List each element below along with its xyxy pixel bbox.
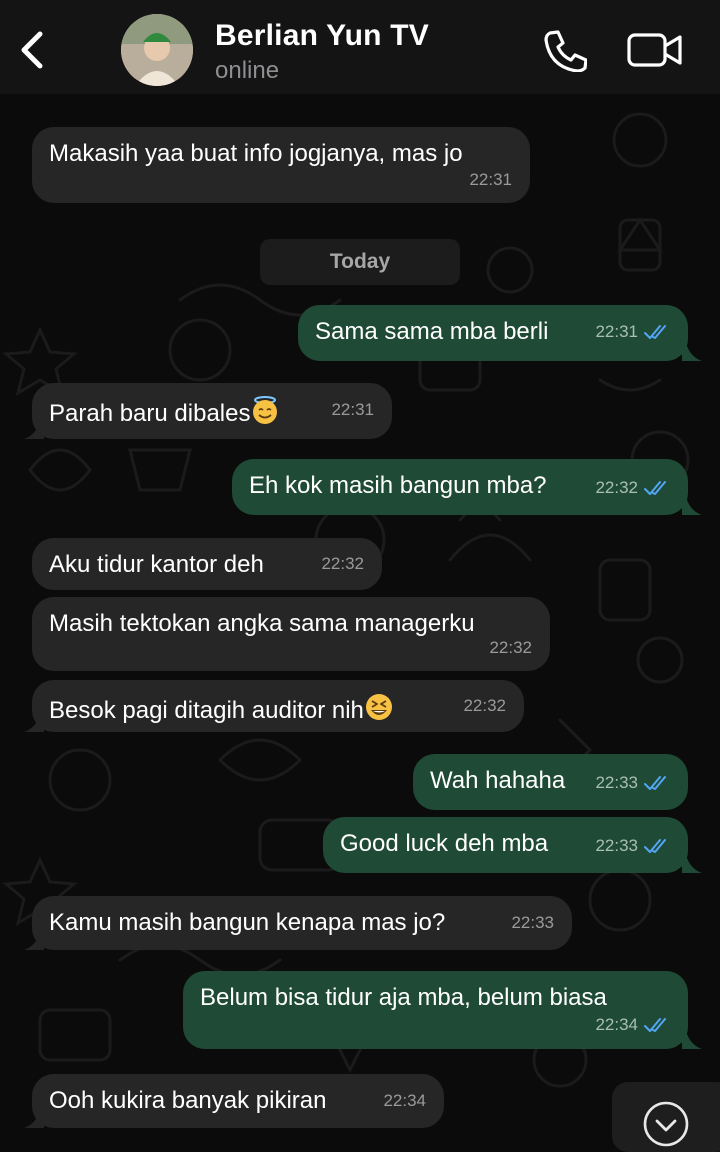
- avatar[interactable]: [121, 14, 193, 86]
- message-text: Aku tidur kantor deh: [49, 551, 264, 578]
- message-text: Parah baru dibales: [49, 400, 251, 427]
- message-text: Makasih yaa buat info jogjanya, mas jo: [49, 140, 463, 167]
- video-camera-icon[interactable]: [627, 32, 683, 68]
- message-outgoing[interactable]: Eh kok masih bangun mba? 22:32: [232, 459, 688, 515]
- message-time: 22:33: [595, 773, 638, 792]
- chevron-down-circle-icon: [643, 1101, 689, 1147]
- message-outgoing[interactable]: Sama sama mba berli 22:31: [298, 305, 688, 361]
- message-time: 22:34: [383, 1091, 426, 1110]
- message-outgoing[interactable]: Belum bisa tidur aja mba, belum biasa 22…: [183, 971, 688, 1049]
- phone-icon[interactable]: [541, 28, 587, 72]
- message-time: 22:31: [331, 400, 374, 419]
- bubble-tail: [24, 421, 44, 439]
- message-text: Good luck deh mba: [340, 830, 549, 857]
- message-incoming[interactable]: Makasih yaa buat info jogjanya, mas jo 2…: [32, 127, 530, 203]
- date-divider: Today: [260, 239, 460, 285]
- contact-status: online: [215, 57, 280, 84]
- message-outgoing[interactable]: Good luck deh mba 22:33: [323, 817, 688, 873]
- message-incoming[interactable]: Kamu masih bangun kenapa mas jo? 22:33: [32, 896, 572, 950]
- message-incoming[interactable]: Masih tektokan angka sama managerku 22:3…: [32, 597, 550, 671]
- bubble-tail: [24, 932, 44, 950]
- message-time: 22:31: [469, 170, 512, 189]
- message-time: 22:32: [489, 638, 532, 657]
- message-time: 22:31: [595, 322, 638, 341]
- double-check-icon: [644, 776, 666, 790]
- message-time: 22:32: [463, 696, 506, 715]
- double-check-icon: [644, 1018, 666, 1032]
- message-time: 22:32: [595, 478, 638, 497]
- chevron-left-icon[interactable]: [14, 28, 50, 72]
- message-text: Kamu masih bangun kenapa mas jo?: [49, 909, 446, 936]
- message-incoming[interactable]: Besok pagi ditagih auditor nih 22:32: [32, 680, 524, 732]
- bubble-tail: [682, 343, 702, 361]
- message-text: Besok pagi ditagih auditor nih: [49, 697, 364, 724]
- message-text: Ooh kukira banyak pikiran: [49, 1087, 327, 1114]
- double-check-icon: [644, 325, 666, 339]
- message-text: Belum bisa tidur aja mba, belum biasa: [200, 984, 607, 1011]
- smiling-face-with-halo-icon: [253, 396, 278, 424]
- message-outgoing[interactable]: Wah hahaha 22:33: [413, 754, 688, 810]
- bubble-tail: [682, 1031, 702, 1049]
- message-time: 22:33: [511, 913, 554, 932]
- message-time: 22:33: [595, 836, 638, 855]
- message-text: Eh kok masih bangun mba?: [249, 472, 547, 499]
- message-text: Sama sama mba berli: [315, 318, 549, 345]
- message-time: 22:32: [321, 554, 364, 573]
- message-text: Wah hahaha: [430, 767, 566, 794]
- message-list[interactable]: Today Makasih yaa buat info jogjanya, ma…: [0, 94, 720, 1139]
- bubble-tail: [682, 855, 702, 873]
- bubble-tail: [24, 1110, 44, 1128]
- message-incoming[interactable]: Aku tidur kantor deh 22:32: [32, 538, 382, 590]
- message-incoming[interactable]: Parah baru dibales 22:31: [32, 383, 392, 439]
- scroll-to-bottom-button[interactable]: [612, 1082, 720, 1152]
- double-check-icon: [644, 839, 666, 853]
- message-incoming[interactable]: Ooh kukira banyak pikiran 22:34: [32, 1074, 444, 1128]
- message-time: 22:34: [595, 1015, 638, 1034]
- chat-header: Berlian Yun TV online: [0, 0, 720, 94]
- contact-name[interactable]: Berlian Yun TV: [215, 19, 429, 53]
- message-text: Masih tektokan angka sama managerku: [49, 610, 475, 637]
- double-check-icon: [644, 481, 666, 495]
- grinning-squinting-face-icon: [365, 694, 392, 720]
- bubble-tail: [682, 497, 702, 515]
- bubble-tail: [24, 714, 44, 732]
